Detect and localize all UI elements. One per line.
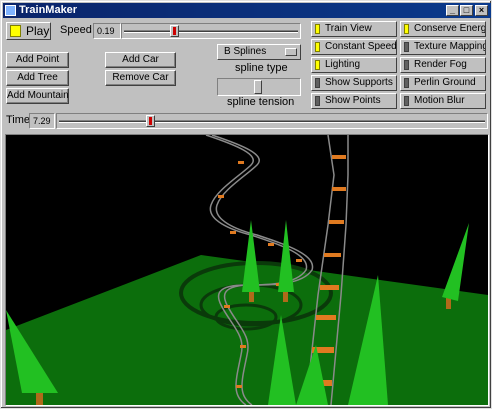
spline-tension-slider[interactable] [217,78,301,96]
toggle-led-icon [404,42,409,52]
speed-value: 0.19 [93,23,121,39]
spline-type-value: B Splines [224,46,267,57]
window-title: TrainMaker [19,4,78,16]
app-icon [5,5,16,16]
toggle-led-icon [315,24,320,34]
maximize-icon[interactable]: □ [460,5,473,16]
toggle-show-supports[interactable]: Show Supports [311,75,397,91]
play-led-icon [10,25,21,37]
speed-label: Speed [60,24,92,36]
toggle-perlin-ground[interactable]: Perlin Ground [400,75,486,91]
toggle-label: Motion Blur [414,95,465,106]
toggle-lighting[interactable]: Lighting [311,57,397,73]
toggle-label: Show Points [325,95,381,106]
tree [242,220,260,302]
spline-tension-thumb[interactable] [254,80,262,94]
toggle-led-icon [315,42,320,52]
close-icon[interactable]: × [475,5,488,16]
spline-type-select[interactable]: B Splines [217,44,301,60]
toggle-label: Texture Mapping [414,41,486,52]
toggle-label: Show Supports [325,77,393,88]
time-slider-thumb[interactable] [145,115,155,127]
toggle-label: Perlin Ground [414,77,476,88]
tree [278,220,294,302]
toggle-led-icon [404,78,409,88]
toggle-texture-mapping[interactable]: Texture Mapping [400,39,486,55]
speed-slider-thumb[interactable] [169,25,179,37]
add-car-button[interactable]: Add Car [105,52,176,68]
toggle-label: Render Fog [414,59,467,70]
speed-slider-groove [124,30,298,33]
toggle-label: Lighting [325,59,361,70]
toggle-constant-speed[interactable]: Constant Speed [311,39,397,55]
minimize-icon[interactable]: _ [446,5,459,16]
toggle-conserve-energy[interactable]: Conserve Energy [400,21,486,37]
title-bar[interactable]: TrainMaker _ □ × [3,3,491,18]
toggle-label: Conserve Energy [414,23,486,34]
spline-type-label: spline type [235,62,288,74]
speed-slider[interactable] [121,23,301,39]
play-label: Play [26,24,50,38]
remove-car-button[interactable]: Remove Car [105,70,176,86]
toggle-show-points[interactable]: Show Points [311,93,397,109]
toggle-motion-blur[interactable]: Motion Blur [400,93,486,109]
scene-canvas [6,135,488,405]
dropdown-arrow-icon [285,48,297,56]
toggle-label: Constant Speed [325,41,397,52]
toggle-led-icon [404,96,409,106]
time-label: Time [6,114,31,126]
toggle-led-icon [404,24,409,34]
toggle-led-icon [315,78,320,88]
add-mountain-button[interactable]: Add Mountain [6,88,69,104]
spline-tension-label: spline tension [227,96,295,108]
toggle-train-view[interactable]: Train View [311,21,397,37]
toggle-render-fog[interactable]: Render Fog [400,57,486,73]
add-point-button[interactable]: Add Point [6,52,69,68]
toggle-label: Train View [325,23,372,34]
toggle-led-icon [404,60,409,70]
toggle-led-icon [315,60,320,70]
trainmaker-window: TrainMaker _ □ × Play Speed 0.19 Add Poi… [0,0,492,409]
toggle-led-icon [315,96,320,106]
time-slider-groove [59,120,485,123]
time-slider[interactable] [56,113,488,129]
add-tree-button[interactable]: Add Tree [6,70,69,86]
play-button[interactable]: Play [6,22,51,40]
time-value: 7.29 [29,113,55,129]
3d-viewport[interactable] [5,134,489,406]
